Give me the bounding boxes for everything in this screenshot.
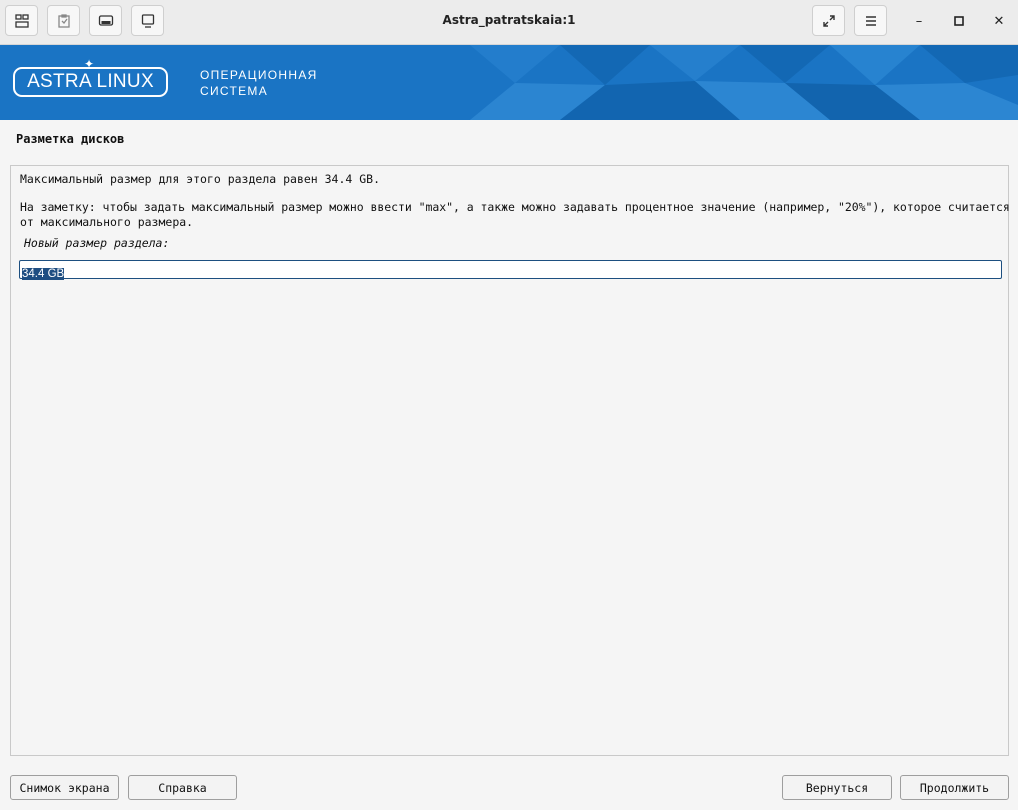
continue-button[interactable]: Продолжить (900, 775, 1009, 800)
note-line-1: На заметку: чтобы задать максимальный ра… (20, 200, 1010, 214)
max-size-text: Максимальный размер для этого раздела ра… (20, 172, 381, 186)
menu-button[interactable] (854, 5, 887, 36)
fullscreen-button[interactable] (812, 5, 845, 36)
fullscreen-icon (822, 14, 835, 27)
help-button[interactable]: Справка (128, 775, 237, 800)
partition-size-input[interactable]: 34.4 GB (19, 260, 1002, 280)
maximize-icon (954, 16, 964, 26)
close-button[interactable]: ✕ (986, 8, 1012, 34)
page-title: Разметка дисков (16, 132, 125, 146)
banner-subtitle: ОПЕРАЦИОННАЯ СИСТЕМА (200, 67, 318, 99)
back-button[interactable]: Вернуться (782, 775, 892, 800)
screenshot-button[interactable]: Снимок экрана (10, 775, 119, 800)
minimize-button[interactable]: – (906, 8, 932, 34)
star-icon: ✦ (84, 57, 95, 71)
astra-linux-logo: ASTRA LINUX (13, 67, 168, 97)
menu-icon (865, 15, 876, 26)
new-size-label: Новый размер раздела: (24, 236, 170, 250)
note-line-2: от максимального размера. (20, 215, 194, 229)
astra-banner: ASTRA LINUX ✦ ОПЕРАЦИОННАЯ СИСТЕМА (0, 45, 1018, 120)
banner-subtitle-line2: СИСТЕМА (200, 84, 268, 98)
partition-size-value: 34.4 GB (22, 268, 65, 280)
minimize-icon: – (915, 13, 923, 29)
banner-subtitle-line1: ОПЕРАЦИОННАЯ (200, 68, 318, 82)
partition-size-panel: Максимальный размер для этого раздела ра… (10, 165, 1010, 756)
window-titlebar: Astra_patratskaia:1 – ✕ (0, 0, 1018, 45)
close-icon: ✕ (993, 13, 1005, 29)
maximize-button[interactable] (946, 8, 972, 34)
installer-content: Разметка дисков Максимальный размер для … (0, 120, 1018, 810)
